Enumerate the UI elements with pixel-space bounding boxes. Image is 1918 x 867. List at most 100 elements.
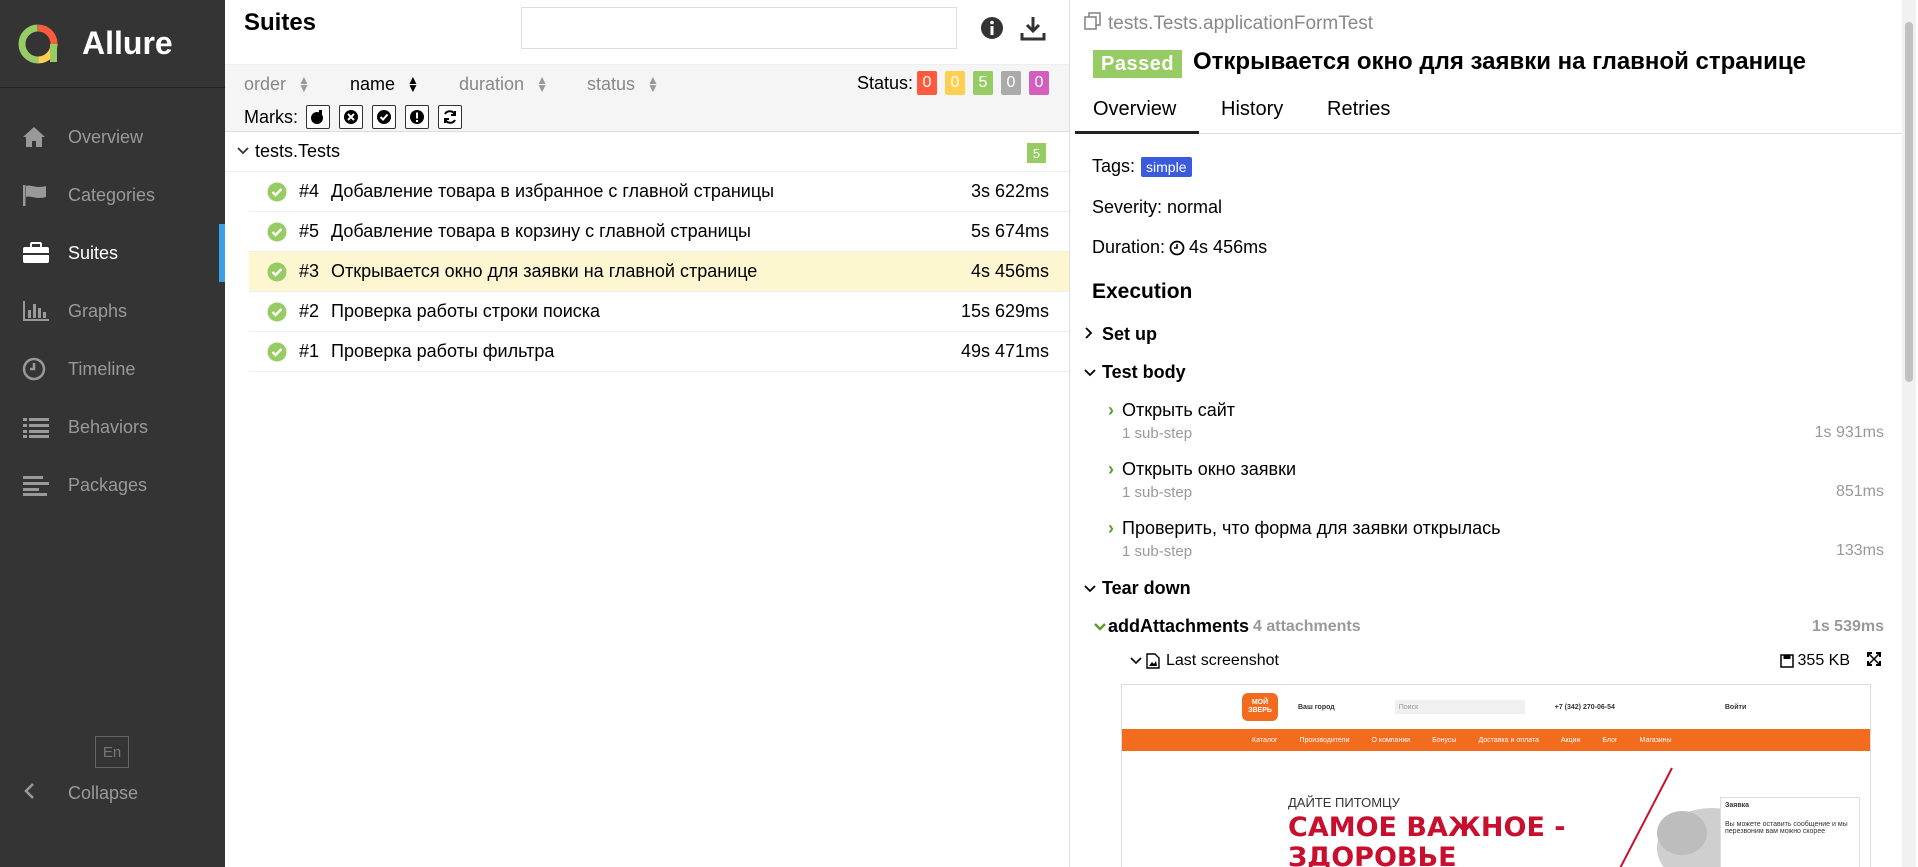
sidebar-item-graphs[interactable]: Graphs xyxy=(0,282,225,340)
screenshot-size: 355 KB xyxy=(1779,652,1850,670)
new-passed-mark-icon[interactable] xyxy=(372,105,396,129)
sidebar: Allure Overview Categories Suites Graphs… xyxy=(0,0,225,867)
test-row-selected[interactable]: #3 Открывается окно для заявки на главно… xyxy=(249,252,1069,292)
attachments-name: addAttachments xyxy=(1108,616,1250,636)
test-body-label: Test body xyxy=(1102,362,1186,382)
sidebar-item-overview[interactable]: Overview xyxy=(0,108,225,166)
sidebar-item-label: Packages xyxy=(68,474,148,495)
site-popup-text: Вы можете оставить сообщение и мы перезв… xyxy=(1725,821,1848,835)
duration-row: Duration: 4s 456ms xyxy=(1092,237,1267,258)
screenshot-preview[interactable]: МОЙ ЗВЕРЬ Ваш город Поиск +7 (342) 270-0… xyxy=(1121,684,1871,867)
sidebar-item-categories[interactable]: Categories xyxy=(0,166,225,224)
new-failed-mark-icon[interactable] xyxy=(339,105,363,129)
severity: Severity: normal xyxy=(1092,197,1223,217)
setup-section[interactable]: Set up xyxy=(1084,324,1157,345)
sort-arrows-icon: ▲ ▼ xyxy=(407,73,419,95)
sort-label: name xyxy=(350,73,396,94)
tags-label: Tags: xyxy=(1092,156,1136,176)
attachments-duration: 1s 539ms xyxy=(1811,617,1884,635)
step-item[interactable]: › Проверить, что форма для заявки открыла… xyxy=(1108,518,1884,560)
sidebar-item-packages[interactable]: Packages xyxy=(0,456,225,514)
site-city: Ваш город xyxy=(1298,703,1335,711)
sort-name[interactable]: name ▲ ▼ xyxy=(350,71,419,97)
test-number: #2 xyxy=(299,301,320,321)
status-skipped-badge[interactable]: 0 xyxy=(1001,71,1021,95)
status-failed-badge[interactable]: 0 xyxy=(917,71,937,95)
attachments-step[interactable]: addAttachments 4 attachments 1s 539ms xyxy=(1094,616,1884,637)
scrollbar-thumb[interactable] xyxy=(1905,22,1913,382)
status-passed-badge[interactable]: 5 xyxy=(973,71,993,95)
retries-mark-icon[interactable] xyxy=(438,105,462,129)
test-duration: 49s 471ms xyxy=(960,341,1049,361)
screenshot-name: Last screenshot xyxy=(1166,652,1279,669)
download-icon[interactable] xyxy=(1019,14,1047,42)
tab-history[interactable]: History xyxy=(1221,98,1283,134)
test-body-section[interactable]: Test body xyxy=(1084,362,1186,383)
site-hero: ДАЙТЕ ПИТОМЦУ САМОЕ ВАЖНОЕ - ЗДОРОВЬЕ xyxy=(1242,763,1762,867)
site-nav-item: О компании xyxy=(1371,736,1411,744)
sort-label: order xyxy=(244,73,287,94)
site-nav-item: Акции xyxy=(1560,736,1581,744)
collapse-button[interactable]: Collapse xyxy=(22,782,138,805)
status-broken-badge[interactable]: 0 xyxy=(945,71,965,95)
test-path-text: tests.Tests.applicationFormTest xyxy=(1108,13,1374,34)
duration-label: Duration: xyxy=(1092,237,1166,257)
sort-arrows-icon: ▲ ▼ xyxy=(647,73,659,95)
screenshot-header[interactable]: Last screenshot 355 KB xyxy=(1130,651,1882,672)
briefcase-icon xyxy=(22,241,52,265)
new-broken-mark-icon[interactable] xyxy=(405,105,429,129)
sidebar-item-label: Timeline xyxy=(68,358,136,379)
sidebar-item-label: Suites xyxy=(68,242,119,263)
clock-icon xyxy=(22,357,52,381)
step-substeps: 1 sub-step xyxy=(1122,425,1193,442)
flaky-mark-icon[interactable] xyxy=(306,105,330,129)
language-switcher[interactable]: En xyxy=(95,736,129,768)
duration-value: 4s 456ms xyxy=(1189,237,1268,257)
brand[interactable]: Allure xyxy=(0,0,225,88)
chevron-right-icon: › xyxy=(1108,459,1114,479)
suite-group[interactable]: tests.Tests 5 xyxy=(225,132,1069,172)
test-path[interactable]: tests.Tests.applicationFormTest xyxy=(1084,12,1373,36)
status-unknown-badge[interactable]: 0 xyxy=(1029,71,1049,95)
test-row[interactable]: #4 Добавление товара в избранное с главн… xyxy=(249,172,1069,212)
step-name: Проверить, что форма для заявки открылас… xyxy=(1122,518,1501,538)
test-row[interactable]: #2 Проверка работы строки поиска 15s 629… xyxy=(249,292,1069,332)
site-phone: +7 (342) 270-06-54 xyxy=(1554,703,1615,711)
passed-check-icon xyxy=(267,182,287,207)
sidebar-item-label: Overview xyxy=(68,126,144,147)
test-row[interactable]: #5 Добавление товара в корзину с главной… xyxy=(249,212,1069,252)
step-item[interactable]: › Открыть сайт 1 sub-step 1s 931ms xyxy=(1108,400,1884,442)
collapse-label: Collapse xyxy=(68,783,139,803)
test-name: Добавление товара в корзину с главной ст… xyxy=(331,221,751,241)
step-item[interactable]: › Открыть окно заявки 1 sub-step 851ms xyxy=(1108,459,1884,501)
copy-icon xyxy=(1084,12,1102,36)
sort-status[interactable]: status ▲ ▼ xyxy=(587,71,659,97)
save-icon xyxy=(1779,654,1794,668)
sidebar-item-behaviors[interactable]: Behaviors xyxy=(0,398,225,456)
search-input[interactable] xyxy=(521,7,957,49)
sort-duration[interactable]: duration ▲ ▼ xyxy=(459,71,548,97)
test-row[interactable]: #1 Проверка работы фильтра 49s 471ms xyxy=(249,332,1069,372)
suites-pane: Suites order ▲ ▼ name ▲ ▼ duration ▲ ▼ s… xyxy=(225,0,1070,867)
fullscreen-icon[interactable] xyxy=(1866,651,1882,672)
sort-bar: order ▲ ▼ name ▲ ▼ duration ▲ ▼ status ▲ ▼ S… xyxy=(225,64,1069,132)
site-nav-item: Производители xyxy=(1299,736,1350,744)
test-duration: 4s 456ms xyxy=(970,261,1049,281)
tab-retries[interactable]: Retries xyxy=(1327,98,1390,134)
site-header: МОЙ ЗВЕРЬ Ваш город Поиск +7 (342) 270-0… xyxy=(1122,685,1870,729)
tag-badge[interactable]: simple xyxy=(1141,156,1192,177)
sort-order[interactable]: order ▲ ▼ xyxy=(244,71,310,97)
test-number: #4 xyxy=(299,181,320,201)
scrollbar[interactable] xyxy=(1902,0,1916,867)
sidebar-item-label: Behaviors xyxy=(68,416,149,437)
site-search: Поиск xyxy=(1394,700,1525,714)
passed-check-icon xyxy=(267,222,287,247)
sidebar-item-suites[interactable]: Suites xyxy=(0,224,225,282)
test-duration: 3s 622ms xyxy=(970,181,1049,201)
sidebar-item-timeline[interactable]: Timeline xyxy=(0,340,225,398)
info-icon[interactable] xyxy=(978,14,1006,42)
tab-overview[interactable]: Overview xyxy=(1075,98,1199,134)
tags-row: Tags: simple xyxy=(1092,156,1192,177)
list-icon xyxy=(22,415,52,439)
teardown-section[interactable]: Tear down xyxy=(1084,578,1191,599)
